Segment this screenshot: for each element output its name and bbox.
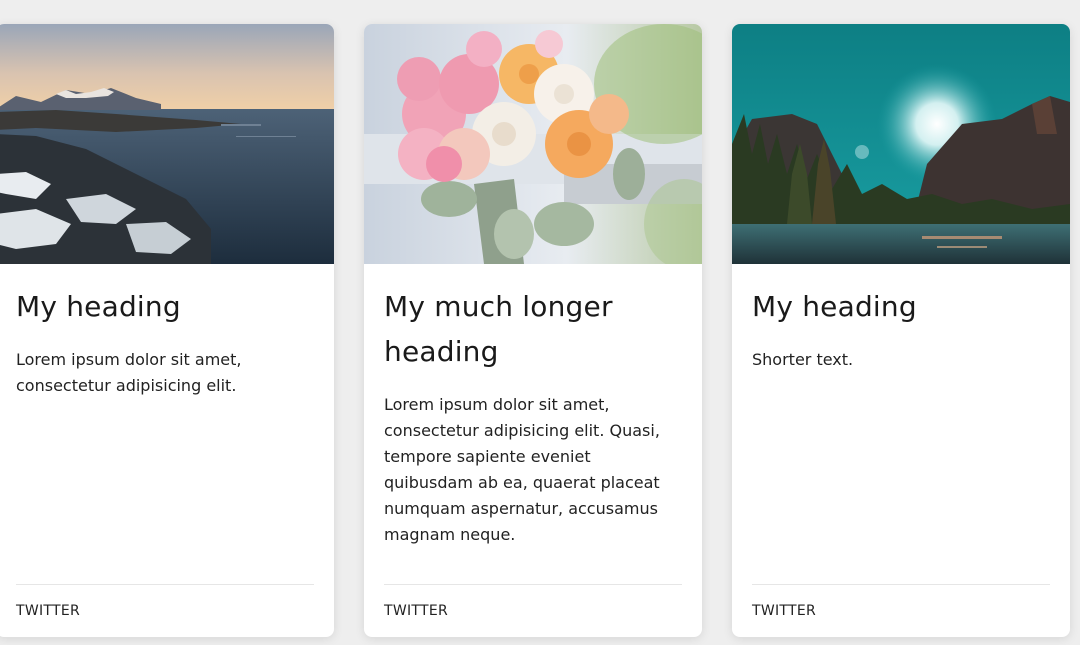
card-text: Lorem ipsum dolor sit amet, consectetur … bbox=[384, 395, 660, 544]
card-heading: My heading bbox=[752, 290, 917, 323]
card-3: My heading Shorter text. TWITTER bbox=[732, 24, 1070, 637]
card-2: My much longer heading Lorem ipsum dolor… bbox=[364, 24, 702, 637]
card-image-valley-sunburst bbox=[732, 24, 1070, 264]
card-text: Lorem ipsum dolor sit amet, consectetur … bbox=[16, 350, 242, 395]
card-body: My much longer heading Lorem ipsum dolor… bbox=[364, 264, 702, 584]
card-footer: TWITTER bbox=[752, 584, 1050, 637]
card-image-coastal-rocks bbox=[0, 24, 334, 264]
card-grid: My heading Lorem ipsum dolor sit amet, c… bbox=[0, 0, 1080, 645]
twitter-link[interactable]: TWITTER bbox=[16, 603, 80, 619]
card-body: My heading Lorem ipsum dolor sit amet, c… bbox=[0, 264, 334, 584]
card-body: My heading Shorter text. bbox=[732, 264, 1070, 584]
card-text: Shorter text. bbox=[752, 350, 854, 369]
card-footer: TWITTER bbox=[384, 584, 682, 637]
twitter-link[interactable]: TWITTER bbox=[384, 603, 448, 619]
card-heading: My much longer heading bbox=[384, 290, 613, 368]
card-footer: TWITTER bbox=[16, 584, 314, 637]
card-1: My heading Lorem ipsum dolor sit amet, c… bbox=[0, 24, 334, 637]
card-heading: My heading bbox=[16, 290, 181, 323]
twitter-link[interactable]: TWITTER bbox=[752, 603, 816, 619]
card-image-flower-bouquet bbox=[364, 24, 702, 264]
